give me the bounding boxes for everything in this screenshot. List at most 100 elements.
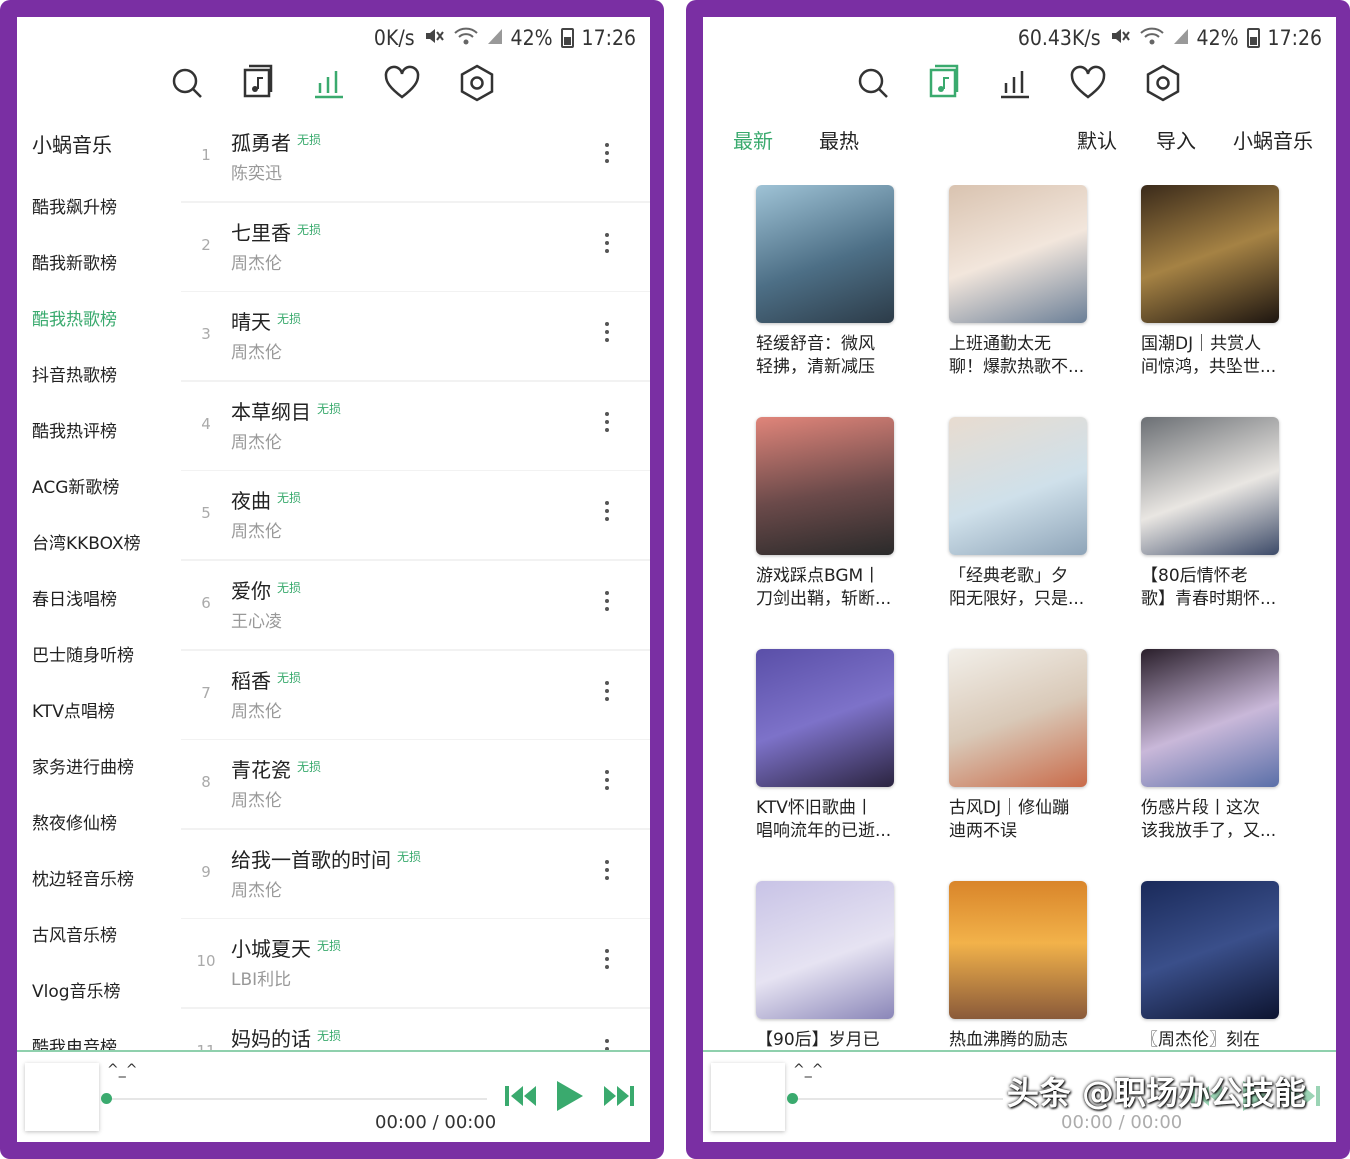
sidebar-item[interactable]: Vlog音乐榜 [32,977,121,1002]
song-row[interactable]: 7 稻香 无损 周杰伦 [181,650,650,739]
song-rank: 4 [201,414,211,433]
sidebar-item[interactable]: 熬夜修仙榜 [32,809,117,834]
playlist-cover-image [1141,417,1279,555]
source-selector[interactable]: 小蜗音乐 [1233,125,1313,154]
sidebar-item[interactable]: 家务进行曲榜 [32,753,134,778]
tab-latest[interactable]: 最新 [733,125,773,154]
nav-favorites[interactable] [380,61,424,105]
sidebar-item[interactable]: 酷我热歌榜 [32,305,117,330]
player-title: ^_^ [793,1062,824,1078]
playlist-title-line1: 国潮DJ｜共赏人 [1141,334,1262,354]
sidebar-item[interactable]: 春日浅唱榜 [32,585,117,610]
more-vert-icon[interactable] [600,318,614,354]
progress-handle[interactable] [101,1093,112,1104]
nav-library[interactable] [922,61,966,105]
more-vert-icon[interactable] [600,766,614,802]
clock: 17:26 [581,26,636,50]
song-row[interactable]: 2 七里香 无损 周杰伦 [181,202,650,291]
nav-charts[interactable] [307,61,351,105]
playlist-title: 伤感片段丨这次 该我放手了，又... [1141,797,1291,843]
playlist-title: 【80后情怀老 歌】青春时期怀... [1141,565,1291,611]
chart-icon [1001,71,1029,99]
song-row[interactable]: 5 夜曲 无损 周杰伦 [181,471,650,560]
nav-search[interactable] [851,61,895,105]
right-screen: 60.43K/s 42% 17:26 最新 最热 默认 导入 小蜗音乐 轻缓舒音… [703,17,1336,1142]
prev-button[interactable] [501,1078,541,1114]
sidebar-item[interactable]: 巴士随身听榜 [32,641,134,666]
more-vert-icon[interactable] [600,856,614,892]
sidebar-item[interactable]: 抖音热歌榜 [32,361,117,386]
song-artist: 王心凌 [231,612,282,632]
song-title-line: 稻香 无损 [231,665,301,694]
song-row[interactable]: 11 妈妈的话 无损 [181,1009,650,1052]
nav-settings[interactable] [1141,61,1185,105]
playlist-title-line1: 【80后情怀老 [1141,566,1248,586]
sidebar-item[interactable]: 古风音乐榜 [32,921,117,946]
wifi-icon [453,26,479,51]
song-row[interactable]: 6 爱你 无损 王心凌 [181,561,650,649]
sidebar-item[interactable]: 台湾KKBOX榜 [32,529,141,554]
clock: 17:26 [1267,26,1322,50]
next-button[interactable] [599,1078,639,1114]
import-button[interactable]: 导入 [1156,125,1196,154]
sidebar-item[interactable]: ACG新歌榜 [32,473,119,498]
play-button[interactable] [549,1078,589,1114]
playlist-title: 轻缓舒音：微风 轻拂，清新减压 [756,333,906,379]
song-title-line: 夜曲 无损 [231,485,301,514]
playlist-cover-image [949,649,1087,787]
playlist-title-line1: 古风DJ｜修仙蹦 [949,798,1070,818]
sidebar-title: 小蜗音乐 [32,133,112,157]
battery-percent: 42% [510,26,553,50]
playlist-title-line2: 刀剑出鞘，斩断... [756,589,892,609]
progress-track[interactable] [107,1098,487,1100]
playlist-title-line2: 阳无限好，只是... [949,589,1085,609]
playlist-grid: 轻缓舒音：微风 轻拂，清新减压 上班通勤太无 聊！爆款热歌不... 国潮DJ｜共赏人 间惊… [703,185,1336,1053]
chart-category-sidebar: 小蜗音乐 酷我飙升榜酷我新歌榜酷我热歌榜抖音热歌榜酷我热评榜 ACG新歌榜 台湾KK… [17,113,181,1052]
settings-icon [460,64,494,102]
nav-favorites[interactable] [1066,61,1110,105]
more-vert-icon[interactable] [600,229,614,265]
right-phone-frame: 60.43K/s 42% 17:26 最新 最热 默认 导入 小蜗音乐 轻缓舒音… [686,0,1350,1159]
song-title-line: 爱你 无损 [231,575,301,604]
prev-icon [505,1086,536,1106]
nav-search[interactable] [165,61,209,105]
playlist-title: 游戏踩点BGM丨 刀剑出鞘，斩断... [756,565,906,611]
song-artist: 周杰伦 [231,791,282,812]
song-title-line: 晴天 无损 [231,306,301,335]
more-vert-icon[interactable] [600,497,614,533]
heart-icon [384,65,420,99]
more-vert-icon[interactable] [600,945,614,981]
more-vert-icon[interactable] [600,139,614,175]
top-nav [17,61,650,105]
more-vert-icon[interactable] [600,408,614,444]
song-row[interactable]: 3 晴天 无损 周杰伦 [181,292,650,381]
sidebar-item[interactable]: 酷我飙升榜 [32,193,117,218]
song-title: 本草纲目 [231,399,311,424]
sidebar-item[interactable]: KTV点唱榜 [32,697,115,722]
song-row[interactable]: 9 给我一首歌的时间 无损 周杰伦 [181,829,650,918]
sidebar-item[interactable]: 酷我热评榜 [32,417,117,442]
song-row[interactable]: 4 本草纲目 无损 周杰伦 [181,381,650,470]
more-vert-icon[interactable] [600,587,614,623]
sidebar-item[interactable]: 酷我新歌榜 [32,249,117,274]
playlist-title-line2: 唱响流年的已逝... [756,821,892,841]
search-icon [172,68,202,98]
nav-charts[interactable] [993,61,1037,105]
nav-library[interactable] [236,61,280,105]
album-cover[interactable] [711,1063,785,1131]
sort-default-button[interactable]: 默认 [1077,125,1117,154]
tab-hot[interactable]: 最热 [819,125,859,154]
song-title: 晴天 [231,310,271,335]
progress-handle[interactable] [787,1093,798,1104]
song-row[interactable]: 10 小城夏天 无损 LBI利比 [181,919,650,1008]
nav-settings[interactable] [455,61,499,105]
song-row[interactable]: 8 青花瓷 无损 周杰伦 [181,740,650,829]
album-cover[interactable] [25,1063,99,1131]
progress-track[interactable] [793,1098,1003,1100]
song-row[interactable]: 1 孤勇者 无损 陈奕迅 [181,113,650,201]
song-rank: 9 [201,862,211,881]
sidebar-item[interactable]: 枕边轻音乐榜 [32,865,134,890]
more-vert-icon[interactable] [600,677,614,713]
playlist-tabs: 最新 最热 默认 导入 小蜗音乐 [703,125,1336,155]
mute-icon [423,26,445,51]
